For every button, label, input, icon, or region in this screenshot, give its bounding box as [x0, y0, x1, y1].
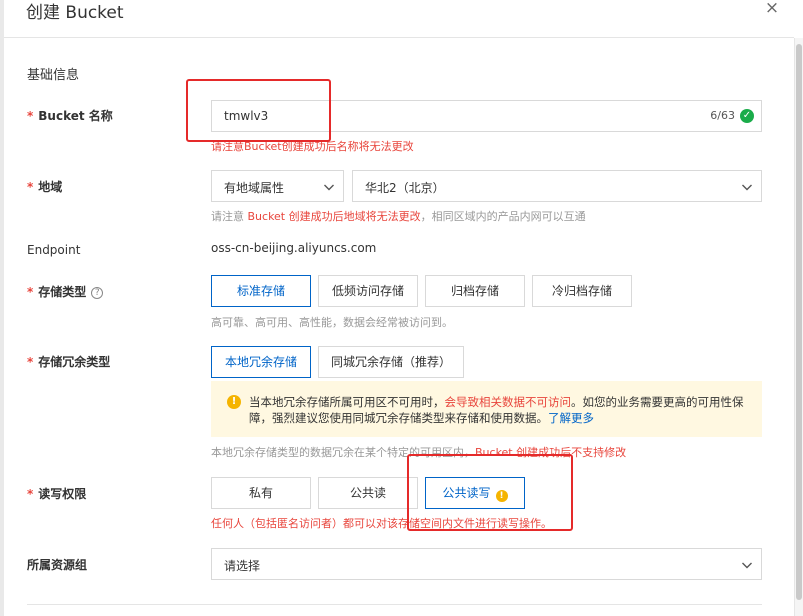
required-mark: * — [27, 355, 34, 369]
required-mark: * — [27, 180, 34, 194]
endpoint-label: Endpoint — [27, 243, 81, 257]
redundancy-zrs[interactable]: 同城冗余存储（推荐） — [318, 346, 464, 378]
redundancy-warning-text: 当本地冗余存储所属可用区不可用时，会导致相关数据不可访问。如您的业务需要更高的可… — [249, 394, 749, 426]
learn-more-link[interactable]: 了解更多 — [548, 411, 594, 425]
storage-class-label: * 存储类型? — [27, 283, 104, 300]
warning-text-highlight: 会导致相关数据不可访问 — [444, 395, 572, 409]
region-attribute-value: 有地域属性 — [224, 181, 285, 195]
region-hint-suffix: ，相同区域内的产品内网可以互通 — [420, 210, 586, 223]
storage-class-cold-archive[interactable]: 冷归档存储 — [532, 275, 632, 307]
region-hint-prefix: 请注意 — [211, 210, 248, 223]
warning-icon: ! — [495, 490, 508, 502]
required-mark: * — [27, 109, 34, 123]
region-label-text: 地域 — [38, 180, 63, 194]
bucket-name-label: * Bucket 名称 — [27, 107, 113, 124]
required-mark: * — [27, 285, 34, 299]
redundancy-label-text: 存储冗余类型 — [38, 355, 111, 369]
storage-class-label-text: 存储类型 — [38, 285, 87, 299]
redundancy-label: * 存储冗余类型 — [27, 353, 110, 370]
region-label: * 地域 — [27, 178, 62, 195]
chevron-down-icon — [742, 562, 752, 569]
footer-divider — [27, 604, 762, 605]
scrollbar-thumb[interactable] — [796, 44, 802, 600]
chevron-down-icon — [324, 184, 334, 191]
acl-private[interactable]: 私有 — [211, 477, 311, 509]
acl-public-read-write[interactable]: 公共读写! — [425, 477, 525, 509]
storage-class-standard[interactable]: 标准存储 — [211, 275, 311, 307]
storage-class-ia[interactable]: 低频访问存储 — [318, 275, 418, 307]
chevron-down-icon — [742, 184, 752, 191]
acl-label-text: 读写权限 — [38, 487, 87, 501]
storage-class-archive[interactable]: 归档存储 — [425, 275, 525, 307]
redundancy-hint: 本地冗余存储类型的数据冗余在某个特定的可用区内，Bucket 创建成功后不支持修… — [211, 444, 626, 460]
resource-group-label: 所属资源组 — [27, 558, 88, 572]
region-select[interactable]: 华北2（北京） — [352, 170, 762, 202]
bucket-name-value[interactable]: tmwlv3 — [224, 109, 268, 123]
redundancy-hint-warning: Bucket 创建成功后不支持修改 — [475, 446, 627, 459]
redundancy-warning-box: ! 当本地冗余存储所属可用区不可用时，会导致相关数据不可访问。如您的业务需要更高… — [211, 381, 762, 437]
section-title-basic-info: 基础信息 — [27, 68, 80, 83]
acl-public-read[interactable]: 公共读 — [318, 477, 418, 509]
resource-group-select[interactable]: 请选择 — [211, 548, 762, 580]
acl-label: * 读写权限 — [27, 485, 86, 502]
storage-class-hint: 高可靠、高可用、高性能，数据会经常被访问到。 — [211, 316, 453, 329]
check-circle-icon: ✓ — [740, 109, 754, 123]
bucket-name-input[interactable]: tmwlv3 6/63 ✓ — [211, 100, 762, 132]
bucket-name-label-text: Bucket 名称 — [38, 109, 113, 123]
region-value: 华北2（北京） — [365, 181, 445, 195]
warning-icon: ! — [227, 395, 241, 409]
dialog-title: 创建 Bucket — [26, 3, 124, 23]
vertical-scrollbar[interactable] — [794, 38, 803, 616]
required-mark: * — [27, 487, 34, 501]
help-icon[interactable]: ? — [91, 287, 104, 299]
acl-public-read-write-label: 公共读写 — [442, 486, 491, 500]
redundancy-lrs[interactable]: 本地冗余存储 — [211, 346, 311, 378]
close-icon[interactable]: × — [763, 0, 781, 17]
region-hint: 请注意 Bucket 创建成功后地域将无法更改，相同区域内的产品内网可以互通 — [211, 208, 586, 224]
header-divider — [4, 37, 794, 38]
bucket-name-counter: 6/63 — [710, 109, 735, 122]
acl-hint: 任何人（包括匿名访问者）都可以对该存储空间内文件进行读写操作。 — [211, 517, 552, 530]
warning-text-part-1: 当本地冗余存储所属可用区不可用时， — [249, 395, 445, 409]
resource-group-placeholder: 请选择 — [224, 559, 261, 573]
endpoint-value: oss-cn-beijing.aliyuncs.com — [211, 241, 377, 255]
region-attribute-select[interactable]: 有地域属性 — [211, 170, 344, 202]
window-edge — [0, 0, 4, 616]
bucket-name-hint: 请注意Bucket创建成功后名称将无法更改 — [211, 140, 414, 153]
region-hint-warning: Bucket 创建成功后地域将无法更改 — [247, 210, 421, 223]
redundancy-hint-text: 本地冗余存储类型的数据冗余在某个特定的可用区内， — [211, 446, 475, 459]
